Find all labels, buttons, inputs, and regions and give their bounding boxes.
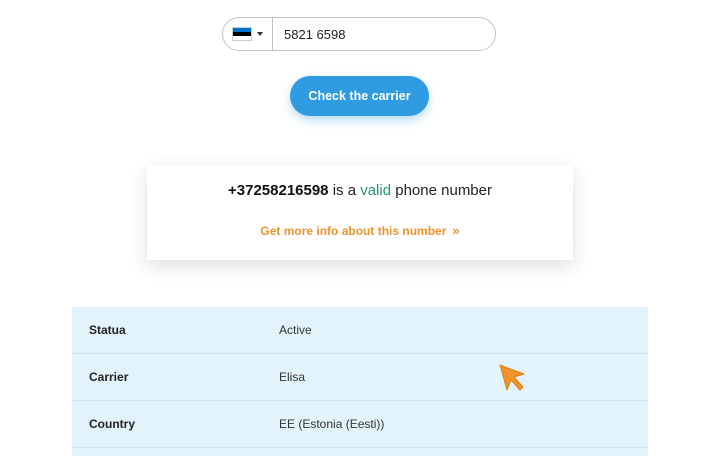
row-label-carrier: Carrier — [89, 370, 129, 384]
valid-status-word: valid — [360, 182, 392, 199]
estonia-flag-icon — [232, 27, 252, 41]
phone-input[interactable] — [273, 17, 495, 51]
row-value-country: EE (Estonia (Eesti)) — [279, 417, 385, 431]
table-row: Statua Active — [72, 307, 648, 354]
row-value-carrier: Elisa — [279, 370, 306, 384]
result-phone-number: +37258216598 — [228, 182, 329, 199]
mouse-cursor-icon — [499, 364, 525, 391]
check-carrier-button[interactable]: Check the carrier — [290, 76, 429, 116]
country-code-dropdown[interactable] — [223, 18, 273, 50]
double-chevron-right-icon: » — [452, 223, 460, 238]
result-card: +37258216598 is a valid phone number Get… — [147, 165, 573, 260]
number-info-table: Statua Active Carrier Elisa Country EE (… — [72, 307, 648, 456]
result-text-is-a: is a — [332, 182, 357, 199]
row-label-country: Country — [89, 417, 135, 431]
result-text-suffix: phone number — [395, 182, 492, 199]
row-value-status: Active — [279, 323, 312, 337]
result-summary: +37258216598 is a valid phone number — [147, 182, 573, 199]
more-info-link[interactable]: Get more info about this number » — [147, 223, 573, 238]
table-row: Country EE (Estonia (Eesti)) — [72, 401, 648, 448]
more-info-link-label: Get more info about this number — [260, 224, 447, 238]
phone-number-field — [222, 17, 496, 51]
row-label-status: Statua — [89, 323, 126, 337]
table-row: Carrier Elisa — [72, 354, 648, 401]
chevron-down-icon — [257, 32, 263, 36]
